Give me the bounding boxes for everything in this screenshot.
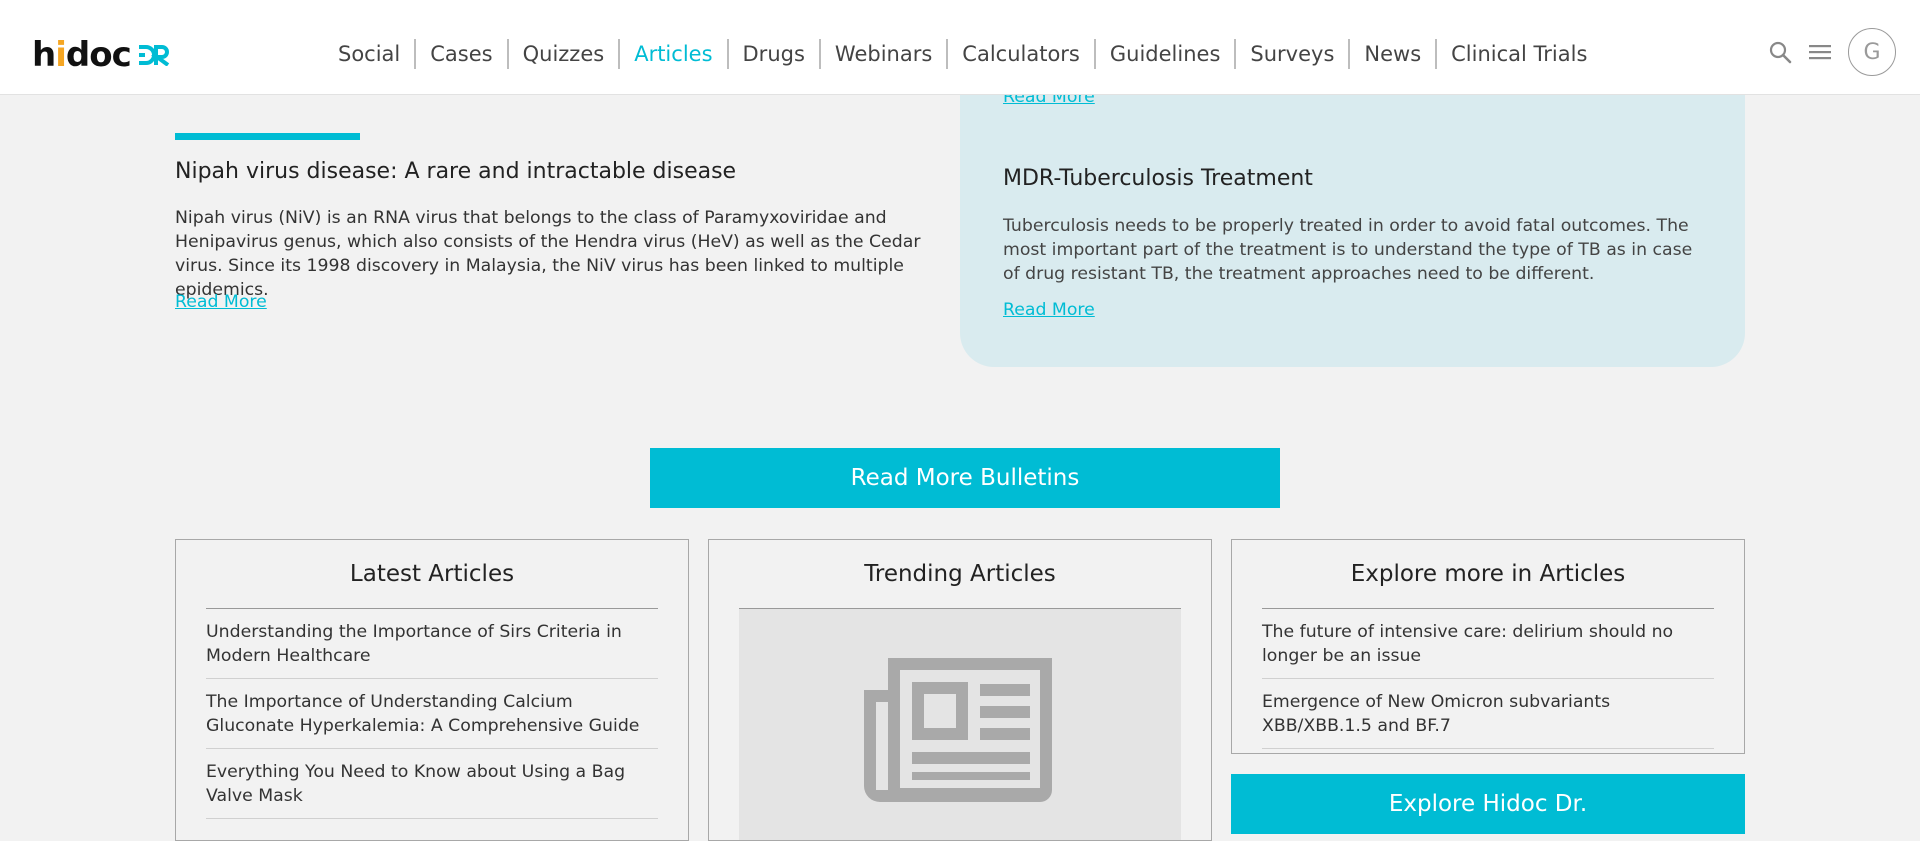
nav-quizzes[interactable]: Quizzes bbox=[506, 39, 619, 69]
nav-news[interactable]: News bbox=[1348, 39, 1435, 69]
logo-dr-mark bbox=[137, 44, 171, 66]
list-item[interactable]: The Importance of Understanding Calcium … bbox=[206, 679, 658, 749]
trending-articles-box: Trending Articles bbox=[708, 539, 1212, 841]
nav-drugs[interactable]: Drugs bbox=[726, 39, 819, 69]
bulletin-title: MDR-Tuberculosis Treatment bbox=[1003, 166, 1313, 191]
nav-guidelines[interactable]: Guidelines bbox=[1093, 39, 1235, 69]
nav-surveys[interactable]: Surveys bbox=[1234, 39, 1348, 69]
latest-articles-box: Latest Articles Understanding the Import… bbox=[175, 539, 689, 841]
nav-social[interactable]: Social bbox=[324, 39, 414, 69]
latest-articles-heading: Latest Articles bbox=[349, 561, 515, 587]
bulletin-title: Nipah virus disease: A rare and intracta… bbox=[175, 159, 737, 184]
logo-text: hidoc bbox=[32, 35, 132, 75]
trending-article-image[interactable] bbox=[739, 609, 1181, 840]
nav-articles[interactable]: Articles bbox=[618, 39, 726, 69]
list-item[interactable]: Everything You Need to Know about Using … bbox=[206, 749, 658, 819]
list-item[interactable]: Emergence of New Omicron subvariants XBB… bbox=[1262, 679, 1714, 749]
explore-articles-heading: Explore more in Articles bbox=[1350, 561, 1626, 587]
read-more-bulletins-button[interactable]: Read More Bulletins bbox=[650, 448, 1280, 508]
bulletin-card-highlighted: Read More MDR-Tuberculosis Treatment Tub… bbox=[960, 60, 1745, 367]
nav-clinical-trials[interactable]: Clinical Trials bbox=[1435, 39, 1601, 69]
nav-webinars[interactable]: Webinars bbox=[818, 39, 946, 69]
explore-articles-list: The future of intensive care: delirium s… bbox=[1262, 609, 1714, 749]
bulletin-description: Nipah virus (NiV) is an RNA virus that b… bbox=[175, 208, 921, 300]
latest-articles-list: Understanding the Importance of Sirs Cri… bbox=[206, 609, 658, 819]
site-header: hidoc Social Cases Quizzes Articles Drug… bbox=[0, 0, 1920, 95]
list-item[interactable]: Understanding the Importance of Sirs Cri… bbox=[206, 609, 658, 679]
nav-calculators[interactable]: Calculators bbox=[946, 39, 1094, 69]
newspaper-icon bbox=[864, 658, 1052, 802]
bulletin-description: Tuberculosis needs to be properly treate… bbox=[1003, 216, 1693, 284]
accent-bar bbox=[175, 133, 360, 140]
read-more-link[interactable]: Read More bbox=[175, 292, 267, 312]
header-actions: G bbox=[1754, 28, 1896, 76]
menu-icon[interactable] bbox=[1806, 38, 1834, 66]
avatar[interactable]: G bbox=[1848, 28, 1896, 76]
nav-cases[interactable]: Cases bbox=[414, 39, 506, 69]
explore-articles-box: Explore more in Articles The future of i… bbox=[1231, 539, 1745, 754]
main-nav: Social Cases Quizzes Articles Drugs Webi… bbox=[324, 38, 1601, 70]
search-icon[interactable] bbox=[1766, 38, 1794, 66]
hidoc-logo[interactable]: hidoc bbox=[32, 38, 171, 72]
trending-articles-heading: Trending Articles bbox=[864, 561, 1056, 587]
explore-hidoc-button[interactable]: Explore Hidoc Dr. bbox=[1231, 774, 1745, 834]
read-more-link[interactable]: Read More bbox=[1003, 300, 1095, 320]
list-item[interactable]: The future of intensive care: delirium s… bbox=[1262, 609, 1714, 679]
